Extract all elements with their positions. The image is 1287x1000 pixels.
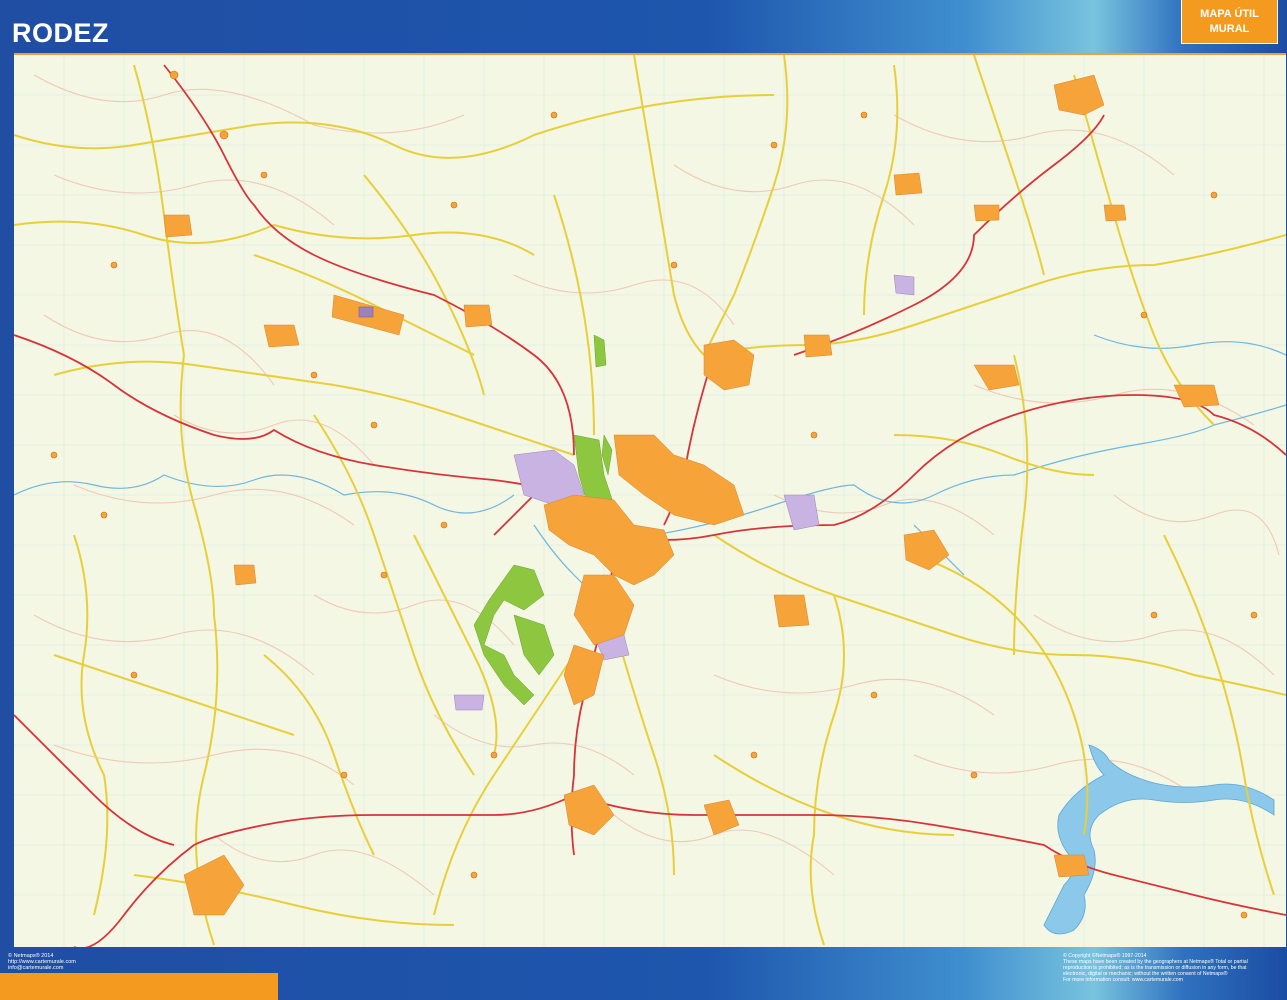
mapa-util-badge[interactable]: MAPA ÚTIL MURAL bbox=[1181, 0, 1278, 44]
footer-accent-bar bbox=[0, 973, 278, 1000]
footer-right-line-5: For more information consult: www.cartem… bbox=[1063, 977, 1183, 984]
map-canvas[interactable] bbox=[14, 53, 1286, 947]
footer-right: © Copyright ©Netmaps® 1997-2014 These ma… bbox=[1063, 953, 1285, 983]
badge-line-2: MURAL bbox=[1209, 23, 1250, 35]
map-title: RODEZ bbox=[12, 18, 109, 48]
badge-line-1: MAPA ÚTIL bbox=[1200, 8, 1259, 20]
footer-email-link[interactable]: info@cartemurale.com bbox=[8, 965, 76, 971]
footer-left: © Netmaps® 2014 http://www.cartemurale.c… bbox=[8, 953, 76, 971]
aerodrome-icon bbox=[358, 306, 374, 318]
